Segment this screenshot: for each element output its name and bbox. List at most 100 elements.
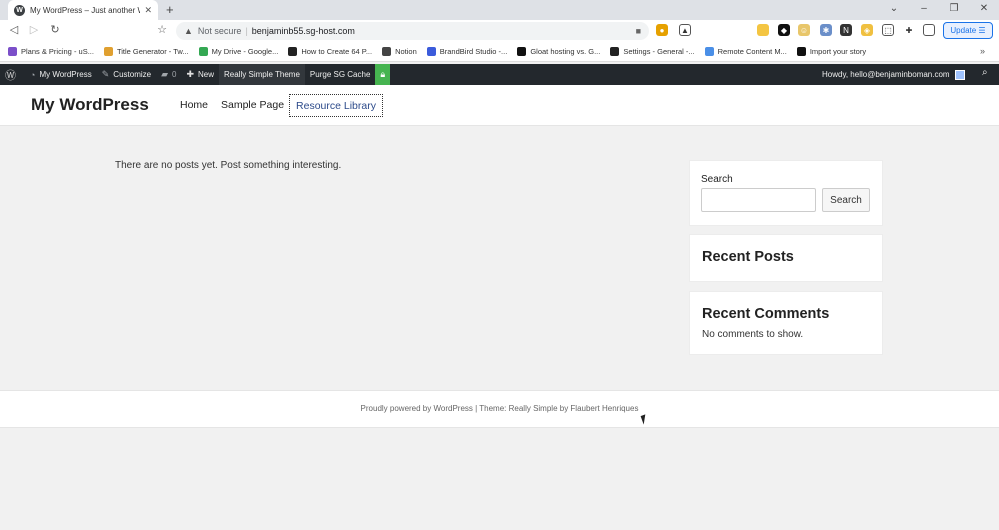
restore-button[interactable]: ❐: [944, 2, 964, 16]
bookmark-item[interactable]: Import your story: [796, 47, 867, 56]
nav-resource-label: Resource Library: [296, 99, 376, 112]
new-tab-button[interactable]: +: [166, 2, 174, 18]
admin-theme-label: Really Simple Theme: [224, 70, 300, 79]
search-input[interactable]: [701, 188, 816, 212]
bookmark-star-icon[interactable]: ☆: [155, 23, 169, 37]
admin-customize-label: Customize: [113, 70, 152, 79]
bookmark-favicon-icon: [198, 47, 208, 56]
forward-button[interactable]: ▷: [27, 23, 41, 37]
bookmark-item[interactable]: Plans & Pricing - uS...: [8, 47, 94, 56]
bookmark-favicon-icon: [288, 47, 298, 56]
brush-icon: ✎: [101, 69, 110, 79]
recent-posts-title: Recent Posts: [702, 249, 794, 265]
recent-comments-title: Recent Comments: [702, 306, 830, 322]
back-button[interactable]: ◁: [7, 23, 21, 37]
admin-customize[interactable]: ✎ Customize: [97, 64, 156, 85]
camera-blocked-icon[interactable]: ■: [636, 26, 641, 36]
url-text: benjaminb55.sg-host.com: [251, 26, 355, 36]
bookmark-favicon-icon: [704, 47, 714, 56]
admin-lock[interactable]: 🔒︎: [375, 64, 391, 85]
site-title[interactable]: My WordPress: [31, 95, 149, 115]
bookmark-item[interactable]: Title Generator - Tw...: [103, 47, 189, 56]
wp-logo-menu[interactable]: Ⓦ: [0, 64, 25, 85]
browser-tab[interactable]: W My WordPress – Just another Wo ✕: [8, 0, 158, 20]
tab-search-icon[interactable]: ⌄: [884, 2, 904, 16]
bookmark-label: Gloat hosting vs. G...: [530, 47, 601, 56]
site-header: [0, 85, 999, 126]
close-window-button[interactable]: ✕: [974, 2, 994, 16]
bookmark-label: Settings - General -...: [623, 47, 695, 56]
bookmark-item[interactable]: Notion: [382, 47, 417, 56]
nav-resource-library[interactable]: Resource Library: [289, 94, 383, 117]
bookmark-label: Plans & Pricing - uS...: [21, 47, 94, 56]
bookmark-favicon-icon: [426, 47, 436, 56]
recent-comments-widget: [689, 291, 883, 355]
admin-search-icon[interactable]: ⌕: [982, 67, 988, 78]
extension-icon[interactable]: ⬚: [882, 24, 894, 36]
warning-icon: ▲: [184, 26, 193, 36]
bookmark-label: Title Generator - Tw...: [116, 47, 189, 56]
extension-icon[interactable]: N: [840, 24, 852, 36]
bookmark-label: Notion: [395, 47, 417, 56]
bookmark-item[interactable]: Settings - General -...: [610, 47, 695, 56]
admin-purge-cache[interactable]: Purge SG Cache: [305, 64, 375, 85]
no-comments-message: No comments to show.: [702, 329, 804, 340]
address-bar[interactable]: ▲ Not secure | benjaminb55.sg-host.com ■: [176, 22, 649, 40]
extension-icon[interactable]: ▲: [679, 24, 691, 36]
search-label: Search: [701, 174, 733, 185]
admin-comments-count: 0: [172, 70, 177, 79]
bookmark-favicon-icon: [8, 47, 17, 56]
address-separator: |: [245, 26, 248, 36]
reload-button[interactable]: ↻: [48, 23, 62, 37]
update-button[interactable]: Update ☰: [943, 22, 993, 39]
bookmark-favicon-icon: [382, 47, 392, 56]
extension-icon[interactable]: ✱: [820, 24, 832, 36]
dashboard-icon: ◔: [30, 69, 36, 80]
extension-icon[interactable]: ◈: [861, 24, 873, 36]
update-label: Update: [950, 26, 977, 35]
minimize-button[interactable]: –: [914, 2, 934, 16]
bookmark-item[interactable]: Remote Content M...: [704, 47, 787, 56]
lock-icon: 🔒︎: [380, 69, 386, 79]
admin-new[interactable]: ✚ New: [181, 64, 219, 85]
admin-site-name-label: My WordPress: [39, 70, 92, 79]
extension-icon[interactable]: ☺: [798, 24, 810, 36]
extension-icon[interactable]: [757, 24, 769, 36]
bookmark-label: How to Create 64 P...: [301, 47, 373, 56]
admin-account[interactable]: Howdy, hello@benjaminboman.com: [822, 64, 965, 85]
howdy-text: Howdy, hello@benjaminboman.com: [822, 70, 950, 79]
bookmark-label: My Drive - Google...: [211, 47, 279, 56]
bookmark-favicon-icon: [517, 47, 527, 56]
bookmark-label: Import your story: [809, 47, 867, 56]
wordpress-logo-icon: Ⓦ: [5, 69, 16, 82]
nav-sample-page[interactable]: Sample Page: [221, 99, 284, 111]
bookmark-favicon-icon: [610, 47, 620, 56]
extension-icon[interactable]: ●: [656, 24, 668, 36]
admin-new-label: New: [198, 70, 215, 79]
bookmark-item[interactable]: My Drive - Google...: [198, 47, 279, 56]
bookmarks-more-button[interactable]: »: [980, 46, 985, 56]
side-panel-icon[interactable]: [923, 24, 935, 36]
admin-comments[interactable]: ▰ 0: [156, 64, 181, 85]
bookmark-item[interactable]: How to Create 64 P...: [288, 47, 372, 56]
tab-title: My WordPress – Just another Wo: [30, 5, 141, 15]
extension-icon[interactable]: ◆: [778, 24, 790, 36]
bookmark-label: Remote Content M...: [717, 47, 787, 56]
no-posts-message: There are no posts yet. Post something i…: [115, 160, 342, 171]
plus-icon: ✚: [186, 69, 195, 79]
bookmark-item[interactable]: Gloat hosting vs. G...: [517, 47, 600, 56]
puzzle-icon[interactable]: ✚: [903, 24, 915, 36]
admin-purge-label: Purge SG Cache: [309, 70, 371, 79]
bookmark-favicon-icon: [103, 47, 113, 56]
search-button[interactable]: Search: [822, 188, 870, 212]
admin-site-name[interactable]: ◔ My WordPress: [25, 64, 97, 85]
tab-close-icon[interactable]: ✕: [144, 5, 152, 16]
bookmark-label: BrandBird Studio -...: [439, 47, 508, 56]
bookmark-item[interactable]: BrandBird Studio -...: [426, 47, 508, 56]
admin-theme[interactable]: Really Simple Theme: [219, 64, 305, 85]
footer-credit: Proudly powered by WordPress | Theme: Re…: [360, 404, 639, 413]
nav-home[interactable]: Home: [180, 99, 208, 111]
bookmark-favicon-icon: [796, 47, 806, 56]
security-label: Not secure: [197, 26, 242, 36]
comment-icon: ▰: [161, 69, 169, 79]
